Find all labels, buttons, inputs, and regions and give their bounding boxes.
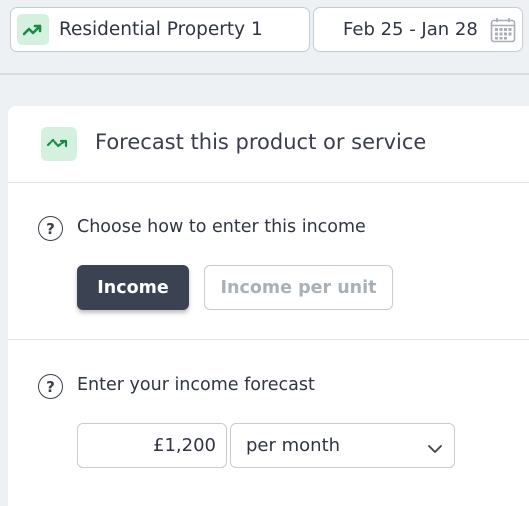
income-amount-value: £1,200 [153,435,216,456]
date-range-label: Feb 25 - Jan 28 [343,19,478,40]
property-selector[interactable]: Residential Property 1 [10,7,310,52]
trend-up-icon [17,14,49,45]
calendar-icon[interactable] [490,17,516,47]
period-value: per month [246,435,341,456]
income-button[interactable]: Income [77,265,189,310]
forecast-panel: Forecast this product or service ? Choos… [8,106,529,506]
entry-method-section: ? Choose how to enter this income Income… [8,183,529,340]
forecast-trend-icon [41,127,77,161]
income-amount-input[interactable]: £1,200 [77,423,227,468]
income-per-unit-button[interactable]: Income per unit [204,265,393,310]
entry-method-question: Choose how to enter this income [77,217,366,237]
panel-header: Forecast this product or service [8,106,529,183]
panel-title: Forecast this product or service [95,130,427,154]
period-select[interactable]: per month [230,423,455,468]
top-bar: Residential Property 1 Feb 25 - Jan 28 [0,0,529,75]
chevron-down-icon [427,439,443,458]
property-name: Residential Property 1 [59,19,263,40]
help-icon[interactable]: ? [38,216,63,241]
forecast-question: Enter your income forecast [77,375,315,395]
date-range-picker[interactable]: Feb 25 - Jan 28 [313,7,523,52]
help-icon[interactable]: ? [38,374,63,399]
